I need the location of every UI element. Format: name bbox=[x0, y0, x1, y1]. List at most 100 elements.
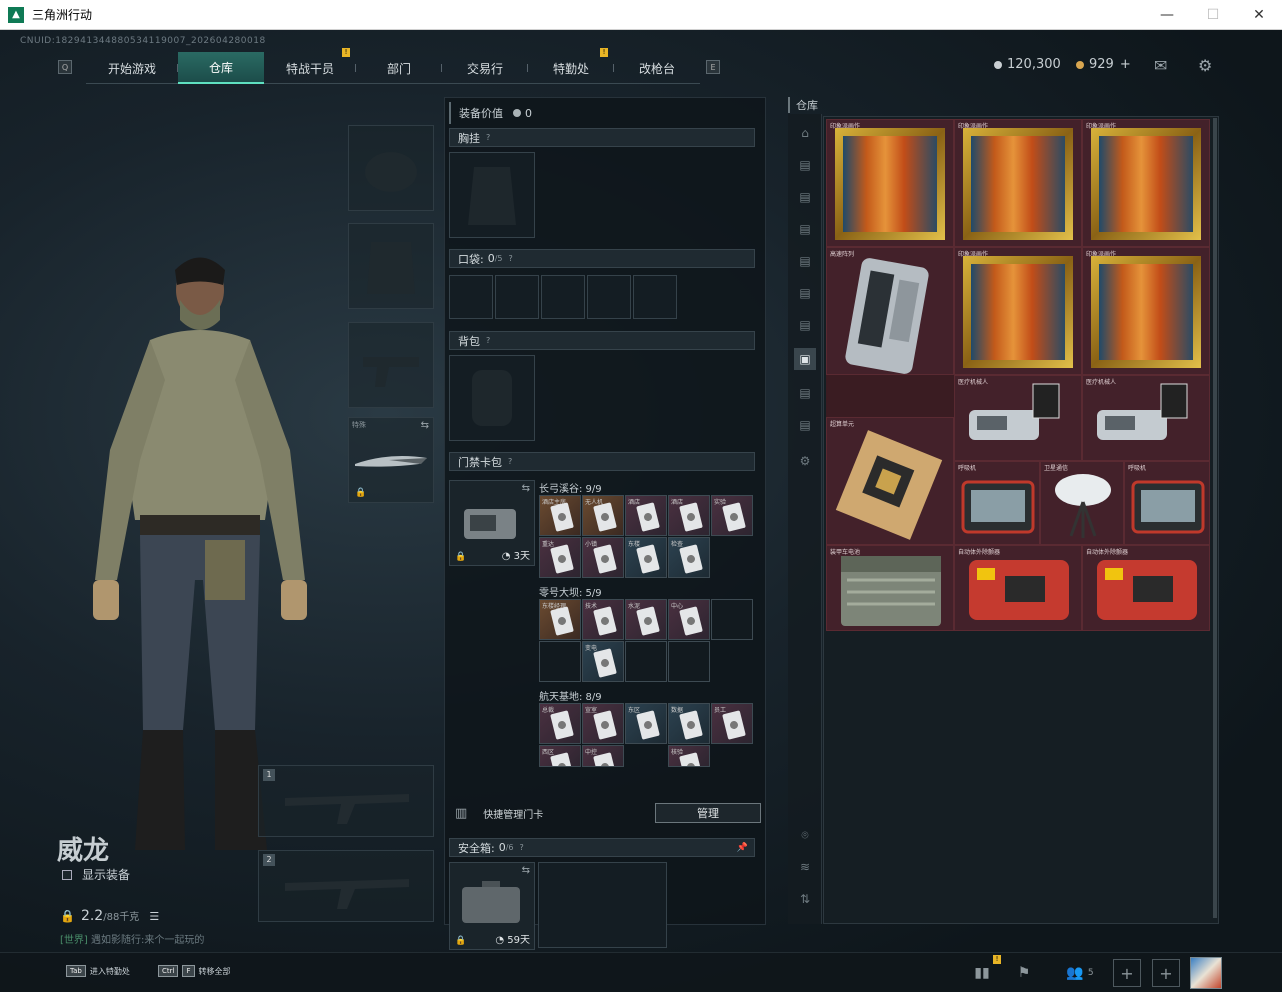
warehouse-layers-icon[interactable]: ≋ bbox=[794, 856, 816, 878]
item-defibrillator[interactable]: 自动体外除颤器 bbox=[954, 545, 1082, 631]
item-supercomputer-unit[interactable]: 超算单元 bbox=[826, 417, 954, 545]
nav-next-key[interactable]: E bbox=[706, 60, 720, 74]
item-ventilator[interactable]: 呼吸机 bbox=[954, 461, 1040, 545]
item-painting[interactable]: 印象派画作 bbox=[826, 119, 954, 247]
mail-icon[interactable]: ✉ bbox=[1154, 56, 1167, 75]
warehouse-page-icon[interactable]: ▤ bbox=[794, 218, 816, 240]
show-equipment-toggle[interactable]: 显示装备 bbox=[62, 866, 130, 883]
warehouse-page-icon-active[interactable]: ▣ bbox=[794, 348, 816, 370]
safebox-grid[interactable] bbox=[538, 862, 667, 948]
tab-department[interactable]: 部门 bbox=[356, 52, 443, 84]
swap-icon[interactable]: ⇆ bbox=[522, 865, 530, 876]
keycard-slot[interactable]: 东楼 bbox=[625, 537, 667, 578]
keycard-slot-empty[interactable] bbox=[711, 599, 753, 640]
item-ventilator[interactable]: 呼吸机 bbox=[1124, 461, 1210, 545]
warehouse-scrollbar[interactable] bbox=[1213, 118, 1217, 918]
item-defibrillator[interactable]: 自动体外除颤器 bbox=[1082, 545, 1210, 631]
item-medical-robot[interactable]: 医疗机械人 bbox=[954, 375, 1082, 461]
keycard-slot[interactable]: 员工 bbox=[711, 703, 753, 744]
tab-operators[interactable]: 特战干员! bbox=[264, 48, 357, 84]
item-painting[interactable]: 印象派画作 bbox=[1082, 247, 1210, 375]
item-medical-robot[interactable]: 医疗机械人 bbox=[1082, 375, 1210, 461]
pin-icon[interactable]: 📌 bbox=[737, 843, 748, 853]
keycard-slot-empty[interactable] bbox=[668, 641, 710, 682]
item-painting[interactable]: 印象派画作 bbox=[954, 119, 1082, 247]
help-icon[interactable]: ? bbox=[509, 254, 513, 263]
invite-slot-plus[interactable]: + bbox=[1113, 959, 1141, 987]
settings-gear-icon[interactable]: ⚙ bbox=[1198, 56, 1212, 75]
help-icon[interactable]: ? bbox=[508, 457, 512, 466]
maximize-button[interactable]: ☐ bbox=[1190, 0, 1236, 30]
keycard-slot[interactable]: 无人机 bbox=[582, 495, 624, 536]
keycard-slot[interactable]: 东区 bbox=[625, 703, 667, 744]
keycard-slot[interactable]: 核验 bbox=[668, 745, 710, 767]
primary-weapon-slot-2[interactable]: 2 bbox=[258, 850, 434, 922]
world-chat-line[interactable]: [世界] 遇如影随行:来个一起玩的 bbox=[60, 931, 204, 946]
warehouse-view-icon[interactable]: ⌾ bbox=[794, 824, 816, 846]
keycard-slot[interactable]: 东楼经理 bbox=[539, 599, 581, 640]
armor-slot[interactable] bbox=[348, 223, 434, 309]
weight-list-icon[interactable]: ☰ bbox=[149, 910, 159, 923]
helmet-slot[interactable] bbox=[348, 125, 434, 211]
keycard-slot[interactable]: 酒店 bbox=[625, 495, 667, 536]
tab-trading[interactable]: 交易行 bbox=[442, 52, 529, 84]
hint-transfer-all[interactable]: Ctrl F 转移全部 bbox=[158, 965, 231, 977]
help-icon[interactable]: ? bbox=[520, 843, 524, 852]
hint-enter-special-ops[interactable]: Tab 进入特勤处 bbox=[66, 965, 130, 977]
keycard-slot[interactable]: 技术 bbox=[582, 599, 624, 640]
warehouse-page-icon[interactable]: ▤ bbox=[794, 382, 816, 404]
keycard-slot[interactable]: 宣室 bbox=[582, 703, 624, 744]
close-button[interactable]: ✕ bbox=[1236, 0, 1282, 30]
invite-slot-plus[interactable]: + bbox=[1152, 959, 1180, 987]
help-icon[interactable]: ? bbox=[486, 336, 490, 345]
show-equipment-checkbox[interactable] bbox=[62, 869, 72, 880]
warehouse-all-icon[interactable]: ⌂ bbox=[794, 122, 816, 144]
pocket-slot[interactable] bbox=[495, 275, 539, 319]
keycard-slot[interactable]: 数据 bbox=[668, 703, 710, 744]
item-painting[interactable]: 印象派画作 bbox=[954, 247, 1082, 375]
tab-gunsmith[interactable]: 改枪台 bbox=[614, 52, 700, 84]
item-vehicle-battery[interactable]: 装甲车电池 bbox=[826, 545, 954, 631]
add-gold-button[interactable]: + bbox=[1120, 57, 1131, 72]
primary-weapon-slot-1[interactable]: 1 bbox=[258, 765, 434, 837]
keycard-slot[interactable]: 小镇 bbox=[582, 537, 624, 578]
keycard-slot[interactable]: 西区 bbox=[539, 745, 581, 767]
item-server-array[interactable]: 高速阵列 bbox=[826, 247, 954, 375]
help-icon[interactable]: ? bbox=[486, 133, 490, 142]
keycard-slot[interactable]: 水泥 bbox=[625, 599, 667, 640]
backpack-slot[interactable] bbox=[449, 355, 535, 441]
tab-special-ops[interactable]: 特勤处! bbox=[528, 48, 615, 84]
warehouse-page-icon[interactable]: ▤ bbox=[794, 314, 816, 336]
swap-icon[interactable]: ⇆ bbox=[421, 420, 429, 431]
warehouse-settings-icon[interactable]: ⚙ bbox=[794, 450, 816, 472]
player-avatar[interactable] bbox=[1190, 957, 1222, 989]
keycard-slot[interactable]: 检查 bbox=[668, 537, 710, 578]
tab-start-game[interactable]: 开始游戏 bbox=[86, 52, 179, 84]
keycard-slot[interactable]: 实验 bbox=[711, 495, 753, 536]
pistol-slot[interactable] bbox=[348, 322, 434, 408]
swap-icon[interactable]: ⇆ bbox=[522, 483, 530, 494]
minimize-button[interactable]: — bbox=[1144, 0, 1190, 30]
keycard-slot-empty[interactable] bbox=[539, 641, 581, 682]
chest-rig-slot[interactable] bbox=[449, 152, 535, 238]
pocket-slot[interactable] bbox=[587, 275, 631, 319]
warehouse-sort-icon[interactable]: ⇅ bbox=[794, 888, 816, 910]
stats-chart-icon[interactable]: ▮▮ bbox=[968, 959, 996, 987]
keycard-slot[interactable]: 总裁 bbox=[539, 703, 581, 744]
flag-icon[interactable]: ⚑ bbox=[1010, 959, 1038, 987]
keycard-slot[interactable]: 重达 bbox=[539, 537, 581, 578]
pocket-slot[interactable] bbox=[449, 275, 493, 319]
nav-prev-key[interactable]: Q bbox=[58, 60, 72, 74]
melee-slot[interactable]: 特殊 ⇆ 🔒 bbox=[348, 417, 434, 503]
warehouse-page-icon[interactable]: ▤ bbox=[794, 282, 816, 304]
warehouse-page-icon[interactable]: ▤ bbox=[794, 154, 816, 176]
item-painting[interactable]: 印象派画作 bbox=[1082, 119, 1210, 247]
keycard-slot[interactable]: 酒店主房 bbox=[539, 495, 581, 536]
friends-button[interactable]: 👥 5 bbox=[1060, 959, 1100, 987]
keycard-case-slot[interactable]: ⇆ 🔒 ◔ 3天 bbox=[449, 480, 535, 566]
warehouse-page-icon[interactable]: ▤ bbox=[794, 186, 816, 208]
warehouse-page-icon[interactable]: ▤ bbox=[794, 414, 816, 436]
manage-button[interactable]: 管理 bbox=[655, 803, 761, 823]
keycard-slot-empty[interactable] bbox=[625, 641, 667, 682]
item-satellite-comm[interactable]: 卫星通信 bbox=[1040, 461, 1124, 545]
